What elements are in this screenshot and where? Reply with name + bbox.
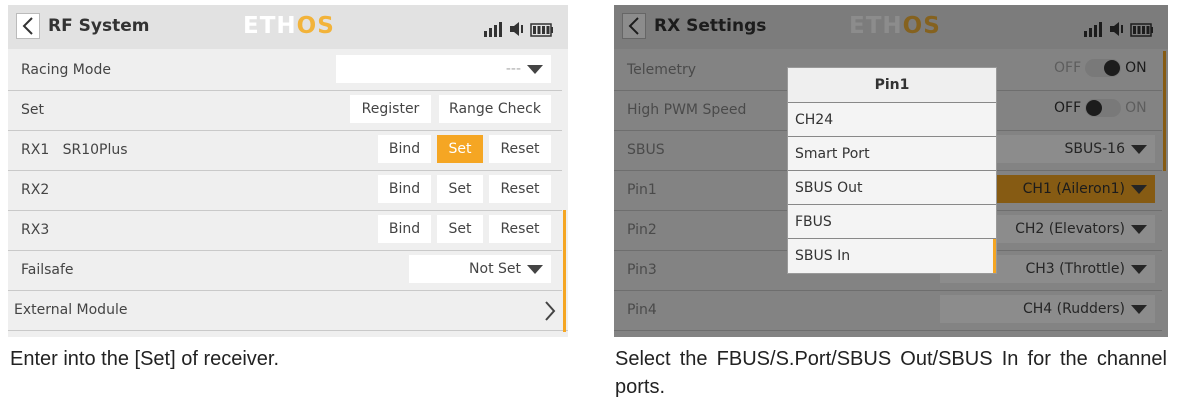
pin1-options-popup: Pin1 CH24 Smart Port SBUS Out FBUS SBUS … [787, 67, 997, 274]
popup-option-fbus[interactable]: FBUS [788, 205, 996, 239]
row-set: Set Register Range Check [8, 91, 562, 131]
failsafe-dropdown[interactable]: Not Set [409, 255, 551, 283]
popup-option-smart-port[interactable]: Smart Port [788, 137, 996, 171]
popup-title: Pin1 [788, 68, 996, 103]
range-check-button[interactable]: Range Check [439, 95, 551, 123]
rx3-set-button[interactable]: Set [437, 215, 483, 243]
rx1-set-button[interactable]: Set [437, 135, 483, 163]
racing-mode-dropdown[interactable]: --- [336, 55, 551, 83]
page-title: RF System [48, 16, 150, 36]
register-button[interactable]: Register [350, 95, 431, 123]
row-racing-mode: Racing Mode --- [8, 51, 562, 91]
popup-option-sbus-in[interactable]: SBUS In [788, 239, 996, 273]
rx2-bind-button[interactable]: Bind [378, 175, 431, 203]
rx1-reset-button[interactable]: Reset [489, 135, 551, 163]
chevron-left-icon [22, 17, 33, 35]
rx2-reset-button[interactable]: Reset [489, 175, 551, 203]
rx3-reset-button[interactable]: Reset [489, 215, 551, 243]
scrollbar[interactable] [563, 210, 566, 332]
popup-option-sbus-out[interactable]: SBUS Out [788, 171, 996, 205]
row-label: RX2 [21, 182, 50, 198]
row-rx2: RX2 Bind Set Reset [8, 171, 562, 211]
rx2-set-button[interactable]: Set [437, 175, 483, 203]
caret-down-icon [527, 265, 543, 274]
status-icons [484, 17, 554, 37]
rx3-bind-button[interactable]: Bind [378, 215, 431, 243]
row-failsafe: Failsafe Not Set [8, 251, 562, 291]
ethos-logo: ETHOS [243, 13, 335, 39]
caret-down-icon [527, 65, 543, 74]
rx1-bind-button[interactable]: Bind [378, 135, 431, 163]
row-label: Set [21, 102, 44, 118]
title-bar: RF System ETHOS [8, 5, 568, 49]
row-external-module[interactable]: External Module [8, 291, 568, 331]
row-rx1: RX1 SR10Plus Bind Set Reset [8, 131, 562, 171]
rx-settings-screen: RX Settings ETHOS Telemetry OFF ON High … [614, 5, 1168, 337]
right-caption: Select the FBUS/S.Port/SBUS Out/SBUS In … [615, 348, 1167, 398]
row-label: RX1 SR10Plus [21, 142, 128, 158]
chevron-right-icon [545, 301, 556, 321]
row-label: Racing Mode [21, 62, 111, 78]
signal-icon [484, 22, 502, 37]
row-label: External Module [14, 302, 128, 318]
row-rx3: RX3 Bind Set Reset [8, 211, 562, 251]
battery-icon [530, 23, 553, 37]
rf-system-screen: RF System ETHOS Racing Mode --- Set Regi… [8, 5, 568, 337]
speaker-icon [510, 22, 523, 36]
left-caption: Enter into the [Set] of receiver. [10, 348, 280, 370]
popup-option-ch24[interactable]: CH24 [788, 103, 996, 137]
back-button[interactable] [16, 13, 40, 39]
row-label: Failsafe [21, 262, 74, 278]
row-label: RX3 [21, 222, 50, 238]
